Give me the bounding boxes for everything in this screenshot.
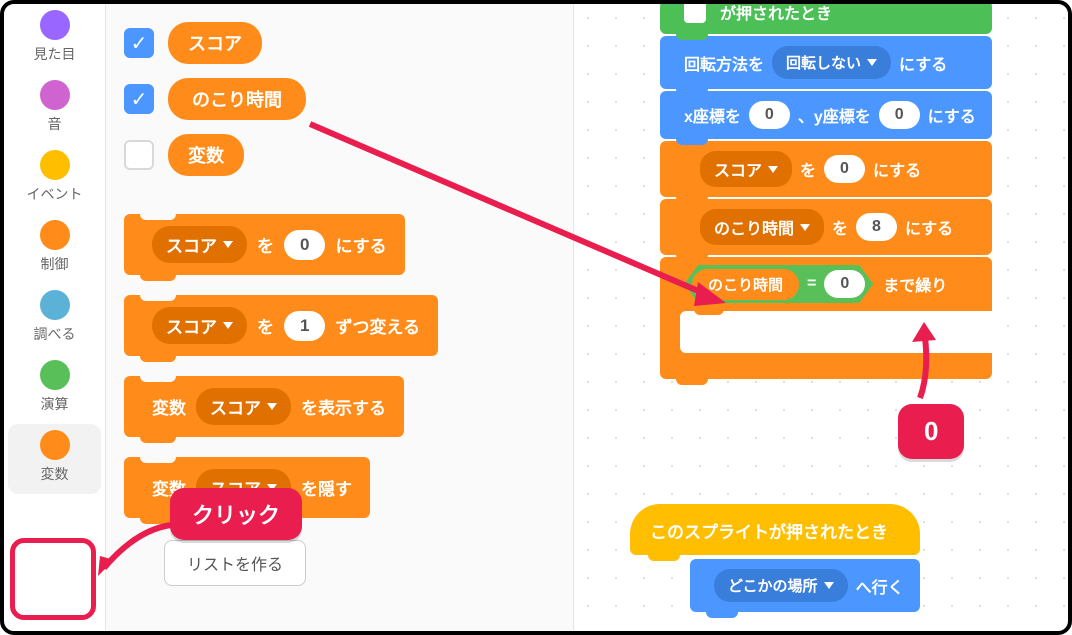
dropdown-variable[interactable]: スコア bbox=[196, 388, 291, 425]
block-show-variable[interactable]: 変数 スコア を表示する bbox=[124, 376, 404, 437]
script-stack-1[interactable]: が押されたとき 回転方法を 回転しない にする x座標を 0 、y座標を 0 に… bbox=[660, 4, 992, 379]
category-dot-icon bbox=[40, 80, 70, 110]
script-stack-2[interactable]: このスプライトが押されたとき どこかの場所 へ行く bbox=[630, 504, 920, 614]
block-set-variable[interactable]: スコア を 0 にする bbox=[124, 214, 405, 275]
checkbox-score[interactable]: ✓ bbox=[124, 28, 154, 58]
dropdown-variable[interactable]: スコア bbox=[700, 151, 792, 187]
variable-row: ✓ のこり時間 bbox=[124, 78, 555, 120]
operator-equals[interactable]: のこり時間 = 0 bbox=[684, 265, 873, 303]
highlight-variables-category bbox=[10, 538, 96, 620]
x-input[interactable]: 0 bbox=[749, 101, 790, 129]
category-dot-icon bbox=[40, 290, 70, 320]
variable-pill-time[interactable]: のこり時間 bbox=[168, 78, 306, 120]
category-label: 制御 bbox=[41, 254, 69, 274]
category-variables[interactable]: 変数 bbox=[8, 424, 101, 494]
block-set-rotation[interactable]: 回転方法を 回転しない にする bbox=[660, 36, 992, 89]
variable-row: 変数 bbox=[124, 134, 555, 176]
dropdown-location[interactable]: どこかの場所 bbox=[714, 569, 848, 602]
script-workspace[interactable]: が押されたとき 回転方法を 回転しない にする x座標を 0 、y座標を 0 に… bbox=[574, 4, 1068, 631]
value-input[interactable]: 0 bbox=[824, 270, 865, 298]
y-input[interactable]: 0 bbox=[879, 101, 920, 129]
category-sound[interactable]: 音 bbox=[4, 74, 105, 144]
value-input[interactable]: 0 bbox=[284, 230, 325, 260]
category-dot-icon bbox=[40, 430, 70, 460]
chevron-down-icon bbox=[867, 59, 877, 66]
category-operators[interactable]: 演算 bbox=[4, 354, 105, 424]
block-sprite-clicked[interactable]: このスプライトが押されたとき bbox=[630, 504, 920, 555]
block-repeat-until[interactable]: のこり時間 = 0 まで繰り bbox=[660, 257, 992, 379]
block-change-variable[interactable]: スコア を 1 ずつ変える bbox=[124, 295, 438, 356]
checkbox-var[interactable] bbox=[124, 140, 154, 170]
checkbox-time[interactable]: ✓ bbox=[124, 84, 154, 114]
category-dot-icon bbox=[40, 10, 70, 40]
category-dot-icon bbox=[40, 220, 70, 250]
value-input[interactable]: 1 bbox=[284, 311, 325, 341]
category-label: 変数 bbox=[41, 464, 69, 484]
chevron-down-icon bbox=[824, 582, 834, 589]
category-label: イベント bbox=[27, 184, 83, 204]
category-control[interactable]: 制御 bbox=[4, 214, 105, 284]
category-events[interactable]: イベント bbox=[4, 144, 105, 214]
dropdown-rotation[interactable]: 回転しない bbox=[772, 46, 891, 79]
chevron-down-icon bbox=[223, 241, 233, 248]
block-set-score[interactable]: スコア を 0 にする bbox=[660, 141, 992, 197]
annotation-zero: 0 bbox=[898, 404, 964, 459]
category-label: 音 bbox=[48, 114, 62, 134]
category-dot-icon bbox=[40, 360, 70, 390]
c-block-body[interactable] bbox=[680, 311, 992, 353]
category-label: 見た目 bbox=[34, 44, 76, 64]
category-sensing[interactable]: 調べる bbox=[4, 284, 105, 354]
annotation-click: クリック bbox=[170, 488, 302, 540]
dropdown-variable[interactable]: のこり時間 bbox=[700, 209, 824, 245]
dropdown-variable[interactable]: スコア bbox=[152, 307, 247, 344]
reporter-time[interactable]: のこり時間 bbox=[692, 269, 799, 300]
block-goto-xy[interactable]: x座標を 0 、y座標を 0 にする bbox=[660, 91, 992, 139]
block-set-time[interactable]: のこり時間 を 8 にする bbox=[660, 199, 992, 255]
category-label: 調べる bbox=[34, 324, 76, 344]
flag-icon bbox=[684, 4, 706, 23]
value-input[interactable]: 8 bbox=[856, 213, 897, 241]
block-goto-random[interactable]: どこかの場所 へ行く bbox=[690, 559, 920, 612]
variable-pill-var[interactable]: 変数 bbox=[168, 134, 244, 176]
category-looks[interactable]: 見た目 bbox=[4, 4, 105, 74]
category-sidebar: 見た目 音 イベント 制御 調べる 演算 変数 bbox=[4, 4, 106, 631]
chevron-down-icon bbox=[800, 224, 810, 231]
block-flag-clicked[interactable]: が押されたとき bbox=[660, 4, 992, 34]
value-input[interactable]: 0 bbox=[824, 155, 865, 183]
chevron-down-icon bbox=[267, 403, 277, 410]
category-dot-icon bbox=[40, 150, 70, 180]
chevron-down-icon bbox=[768, 166, 778, 173]
dropdown-variable[interactable]: スコア bbox=[152, 226, 247, 263]
variable-row: ✓ スコア bbox=[124, 22, 555, 64]
make-list-button[interactable]: リストを作る bbox=[164, 540, 306, 586]
category-label: 演算 bbox=[41, 394, 69, 414]
variable-pill-score[interactable]: スコア bbox=[168, 22, 262, 64]
chevron-down-icon bbox=[223, 322, 233, 329]
